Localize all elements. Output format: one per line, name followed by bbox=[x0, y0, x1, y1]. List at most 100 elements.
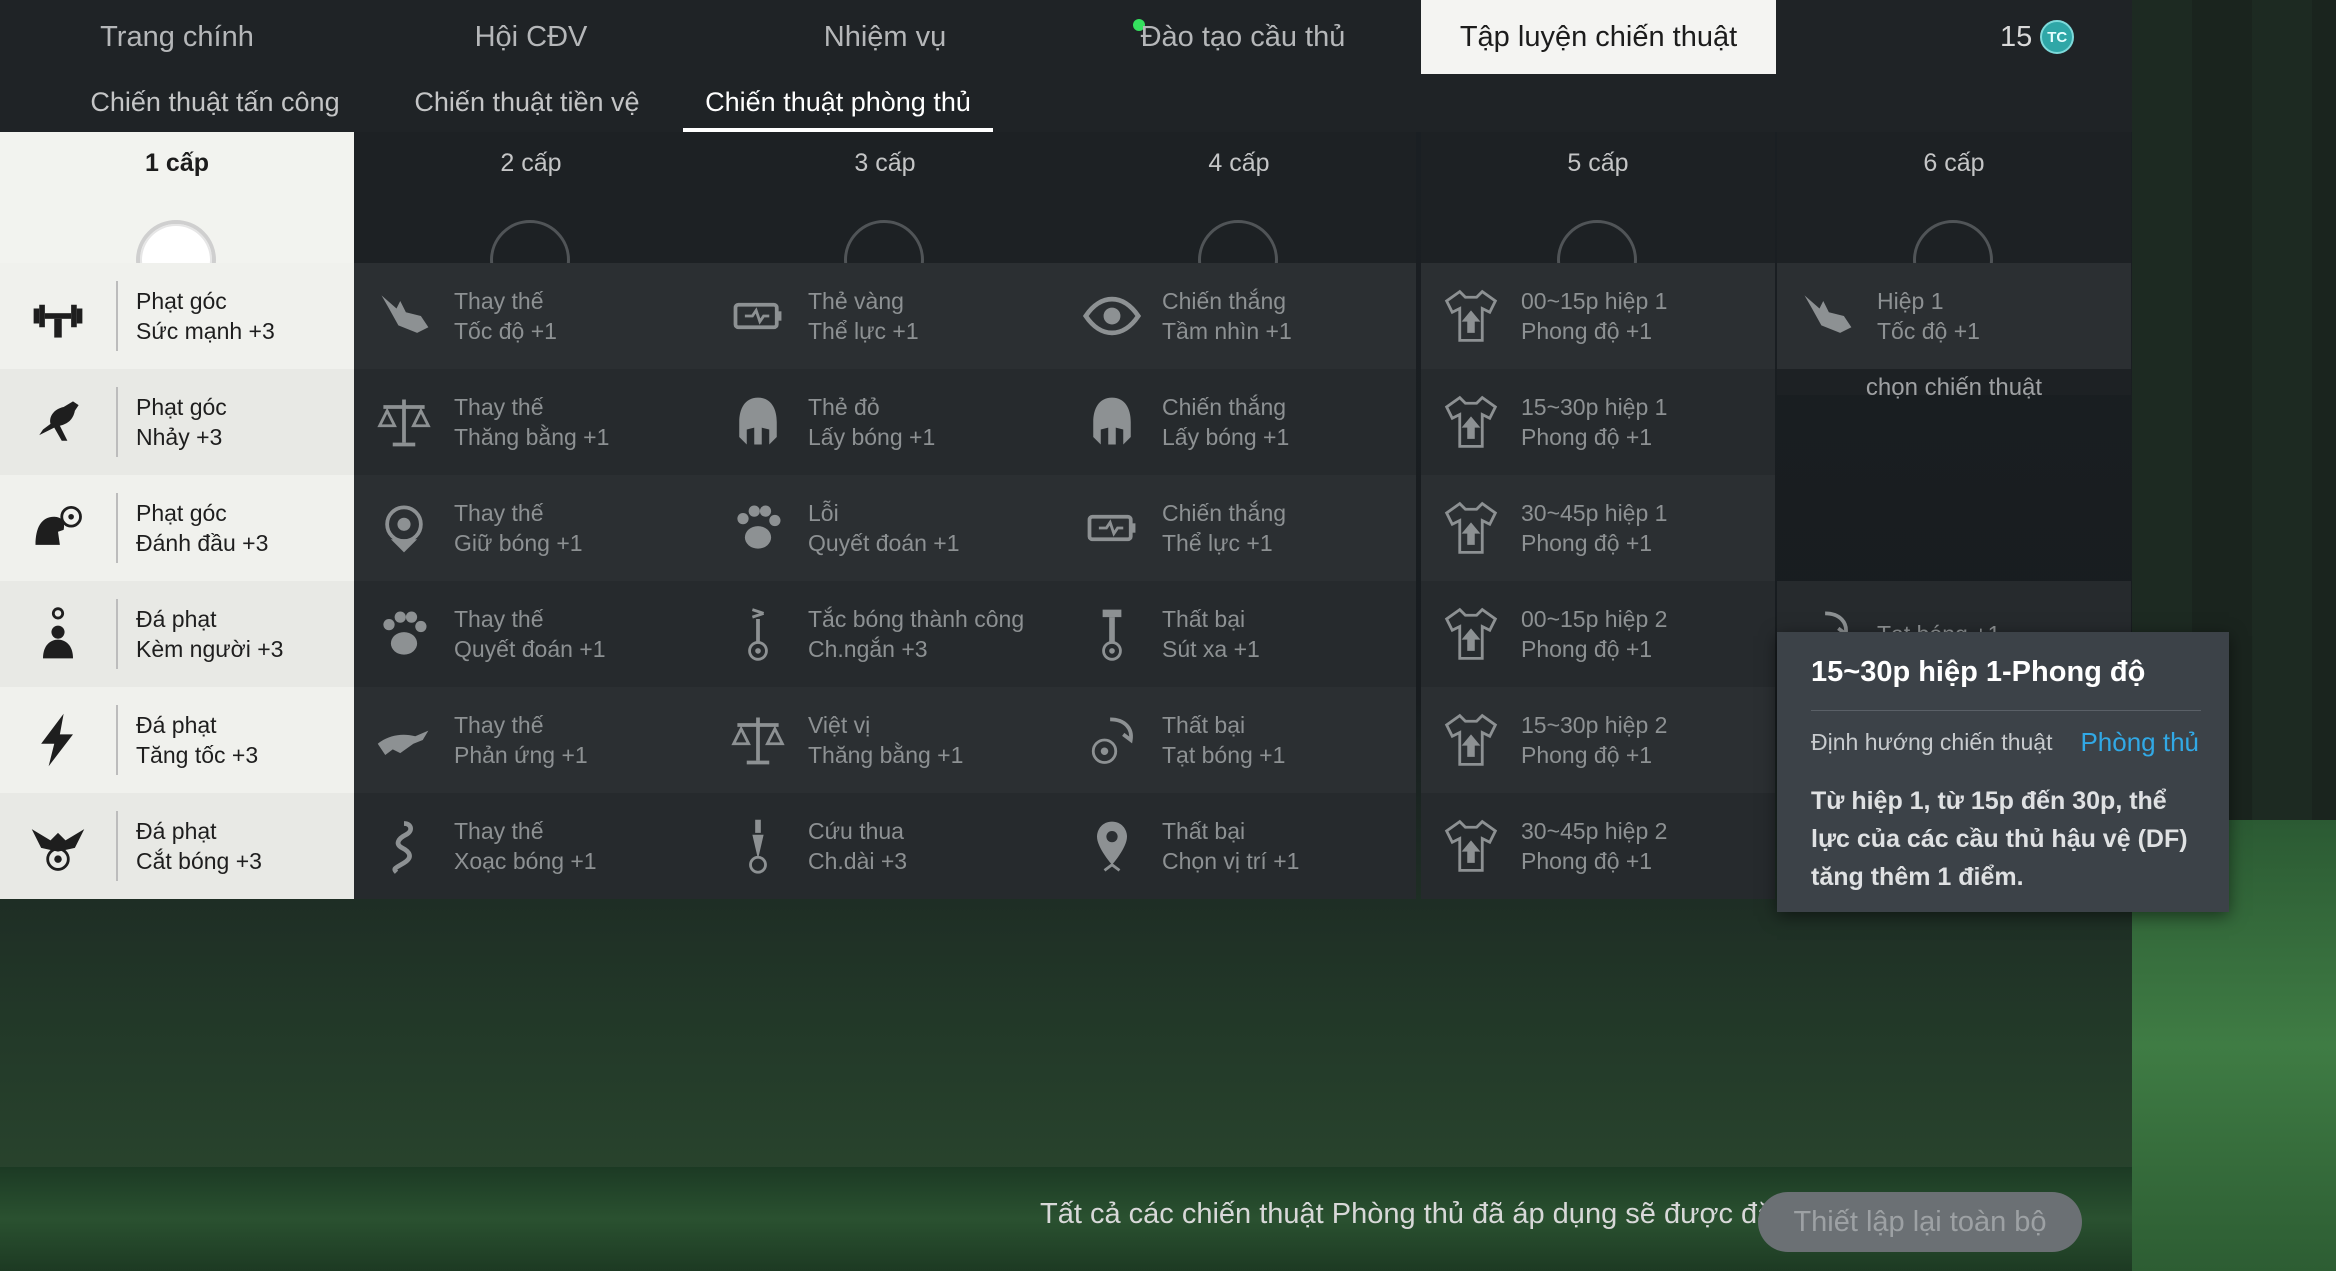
long-shot-icon bbox=[1062, 581, 1162, 687]
tactic-option[interactable]: Thay thế Giữ bóng +1 bbox=[354, 475, 708, 581]
tactic-option[interactable]: Thất bại Chọn vị trí +1 bbox=[1062, 793, 1416, 899]
coin-icon: TC bbox=[2040, 20, 2075, 54]
tooltip-title: 15~30p hiệp 1-Phong độ bbox=[1811, 656, 2146, 688]
tactic-option[interactable]: Thẻ đỏ Lấy bóng +1 bbox=[708, 369, 1062, 475]
tactic-effect: Phong độ +1 bbox=[1521, 848, 1653, 874]
tactic-text: Thay thế Tốc độ +1 bbox=[454, 286, 557, 346]
tab-tactics-training[interactable]: Tập luyện chiến thuật bbox=[1421, 0, 1776, 74]
tactic-effect: Phong độ +1 bbox=[1521, 636, 1653, 662]
tactic-option[interactable]: Đá phạt Kèm người +3 bbox=[0, 581, 354, 687]
tactic-option[interactable]: 15~30p hiệp 2 Phong độ +1 bbox=[1421, 687, 1775, 793]
tactic-option[interactable]: Thất bại Sút xa +1 bbox=[1062, 581, 1416, 687]
tactic-option[interactable]: Chiến thắng Lấy bóng +1 bbox=[1062, 369, 1416, 475]
subtab-midfield-tactics[interactable]: Chiến thuật tiền vệ bbox=[400, 78, 654, 132]
tactic-option[interactable]: Phạt góc Sức mạnh +3 bbox=[0, 263, 354, 369]
tactic-condition: Đá phạt bbox=[136, 712, 217, 738]
jersey-arrow-icon bbox=[1421, 687, 1521, 793]
tooltip-label: Định hướng chiến thuật bbox=[1811, 729, 2053, 755]
tactic-effect: Phong độ +1 bbox=[1521, 742, 1653, 768]
reset-all-button[interactable]: Thiết lập lại toàn bộ bbox=[1758, 1192, 2082, 1252]
tactic-option[interactable]: 15~30p hiệp 1 Phong độ +1 bbox=[1421, 369, 1775, 475]
tactic-condition: Tắc bóng thành công bbox=[808, 606, 1025, 632]
tactic-effect: Lấy bóng +1 bbox=[1162, 424, 1290, 450]
tactic-text: Phạt góc Nhảy +3 bbox=[136, 392, 227, 452]
subtab-defense-tactics[interactable]: Chiến thuật phòng thủ bbox=[683, 78, 993, 132]
tactic-text: 00~15p hiệp 2 Phong độ +1 bbox=[1521, 604, 1667, 664]
tab-missions[interactable]: Nhiệm vụ bbox=[708, 0, 1062, 74]
crossing-icon bbox=[1062, 687, 1162, 793]
tactic-text: Thay thế Xoạc bóng +1 bbox=[454, 816, 597, 876]
tactic-text: 15~30p hiệp 1 Phong độ +1 bbox=[1521, 392, 1667, 452]
tactic-effect: Thể lực +1 bbox=[1162, 530, 1273, 556]
tactic-condition: 15~30p hiệp 2 bbox=[1521, 712, 1668, 738]
tactic-condition: Cứu thua bbox=[808, 818, 904, 844]
coin-amount: 15 bbox=[2000, 20, 2033, 53]
reset-warning: Tất cả các chiến thuật Phòng thủ đã áp d… bbox=[1040, 1198, 1827, 1230]
tactic-condition: Đá phạt bbox=[136, 606, 217, 632]
tactic-effect: Quyết đoán +1 bbox=[808, 530, 960, 556]
tactic-option[interactable]: 30~45p hiệp 1 Phong độ +1 bbox=[1421, 475, 1775, 581]
tactic-option[interactable]: Việt vị Thăng bằng +1 bbox=[708, 687, 1062, 793]
tactic-condition: Việt vị bbox=[808, 712, 871, 738]
tactic-option[interactable]: 30~45p hiệp 2 Phong độ +1 bbox=[1421, 793, 1775, 899]
level-column-3: 3 cấp1 Giai đoạn Áp dụng sau khichọn chi… bbox=[708, 132, 1062, 1167]
tactic-effect: Phong độ +1 bbox=[1521, 318, 1653, 344]
tactic-option[interactable]: Thay thế Xoạc bóng +1 bbox=[354, 793, 708, 899]
jersey-arrow-icon bbox=[1421, 369, 1521, 475]
tooltip-divider bbox=[1811, 710, 2201, 711]
tactic-option[interactable]: Thay thế Phản ứng +1 bbox=[354, 687, 708, 793]
tactic-effect: Chọn vị trí +1 bbox=[1162, 848, 1300, 874]
subtab-attack-tactics[interactable]: Chiến thuật tấn công bbox=[70, 78, 360, 132]
tactic-text: 15~30p hiệp 2 Phong độ +1 bbox=[1521, 710, 1667, 770]
balance-scale-icon bbox=[708, 687, 808, 793]
tactic-option[interactable]: Thất bại Tạt bóng +1 bbox=[1062, 687, 1416, 793]
tactic-option[interactable]: Đá phạt Cắt bóng +3 bbox=[0, 793, 354, 899]
tactic-option[interactable]: 00~15p hiệp 1 Phong độ +1 bbox=[1421, 263, 1775, 369]
tactic-option[interactable]: Chiến thắng Tầm nhìn +1 bbox=[1062, 263, 1416, 369]
tactic-effect: Tốc độ +1 bbox=[454, 318, 557, 344]
tactic-text: Đá phạt Cắt bóng +3 bbox=[136, 816, 262, 876]
tab-fan-club[interactable]: Hội CĐV bbox=[354, 0, 708, 74]
tactic-text: Thay thế Phản ứng +1 bbox=[454, 710, 588, 770]
tactic-text: Đá phạt Tăng tốc +3 bbox=[136, 710, 258, 770]
tactic-option[interactable]: Thay thế Quyết đoán +1 bbox=[354, 581, 708, 687]
location-pin-icon bbox=[1062, 793, 1162, 899]
tactic-condition: Phạt góc bbox=[136, 288, 227, 314]
tactic-option[interactable]: Thay thế Tốc độ +1 bbox=[354, 263, 708, 369]
tactic-condition: Thay thế bbox=[454, 500, 544, 526]
tactic-option[interactable]: Lỗi Quyết đoán +1 bbox=[708, 475, 1062, 581]
tactic-effect: Cắt bóng +3 bbox=[136, 848, 262, 874]
tab-home[interactable]: Trang chính bbox=[0, 0, 354, 74]
tactic-text: Chiến thắng Thể lực +1 bbox=[1162, 498, 1286, 558]
tactic-condition: Đá phạt bbox=[136, 818, 217, 844]
tactic-option[interactable]: Thay thế Thăng bằng +1 bbox=[354, 369, 708, 475]
level-label: 5 cấp bbox=[1567, 149, 1629, 177]
level-column-1: 1 cấpVui lòng chọn một chiến thuậtPhạt g… bbox=[0, 132, 354, 1167]
tactic-effect: Ch.dài +3 bbox=[808, 848, 908, 874]
tactic-effect: Tầm nhìn +1 bbox=[1162, 318, 1292, 344]
tactic-option[interactable]: 00~15p hiệp 2 Phong độ +1 bbox=[1421, 581, 1775, 687]
tactic-option[interactable]: Chiến thắng Thể lực +1 bbox=[1062, 475, 1416, 581]
tactic-option[interactable]: Đá phạt Tăng tốc +3 bbox=[0, 687, 354, 793]
tactic-option[interactable]: Thẻ vàng Thể lực +1 bbox=[708, 263, 1062, 369]
tactic-condition: Chiến thắng bbox=[1162, 394, 1287, 420]
goalkeeper-ball-icon bbox=[354, 475, 454, 581]
tactic-option[interactable]: Hiệp 1 Tốc độ +1 bbox=[1777, 263, 2131, 369]
tactic-option[interactable]: Cứu thua Ch.dài +3 bbox=[708, 793, 1062, 899]
tactic-text: Thẻ đỏ Lấy bóng +1 bbox=[808, 392, 935, 452]
tactic-option[interactable]: Phạt góc Nhảy +3 bbox=[0, 369, 354, 475]
eagle-ball-icon bbox=[0, 811, 118, 881]
tactic-condition: 15~30p hiệp 1 bbox=[1521, 394, 1668, 420]
tactic-effect: Lấy bóng +1 bbox=[808, 424, 936, 450]
tactic-condition: Lỗi bbox=[808, 500, 839, 526]
tactic-text: 30~45p hiệp 1 Phong độ +1 bbox=[1521, 498, 1667, 558]
tactic-effect: Tốc độ +1 bbox=[1877, 318, 1980, 344]
tactic-effect: Sức mạnh +3 bbox=[136, 318, 275, 344]
eye-icon bbox=[1062, 263, 1162, 369]
tactic-effect: Quyết đoán +1 bbox=[454, 636, 606, 662]
tactic-option[interactable]: Phạt góc Đánh đầu +3 bbox=[0, 475, 354, 581]
marking-player-icon bbox=[0, 599, 118, 669]
tactic-option[interactable]: Tắc bóng thành công Ch.ngắn +3 bbox=[708, 581, 1062, 687]
short-pass-icon bbox=[708, 581, 808, 687]
tab-player-training[interactable]: Đào tạo cầu thủ bbox=[1062, 0, 1424, 74]
